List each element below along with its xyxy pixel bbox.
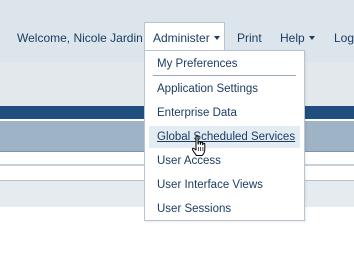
menu-item-user-sessions[interactable]: User Sessions — [149, 198, 300, 220]
print-link[interactable]: Print — [237, 31, 262, 45]
help-menu-button[interactable]: Help — [280, 31, 315, 45]
menu-item-user-interface-views[interactable]: User Interface Views — [149, 174, 300, 196]
administer-label: Administer — [153, 31, 210, 45]
chevron-down-icon — [308, 35, 315, 40]
administer-menu-button[interactable]: Administer — [153, 31, 220, 45]
menu-item-enterprise-data[interactable]: Enterprise Data — [149, 102, 300, 124]
logout-link[interactable]: Logo — [334, 31, 354, 45]
welcome-text: Welcome, Nicole Jardin — [17, 31, 143, 45]
menu-item-global-scheduled-services[interactable]: Global Scheduled Services — [149, 126, 300, 148]
menu-item-user-access[interactable]: User Access — [149, 150, 300, 172]
help-label: Help — [280, 31, 305, 45]
hand-pointer-icon — [191, 135, 206, 156]
menu-separator — [153, 75, 296, 76]
administer-dropdown-menu: My Preferences Application Settings Ente… — [144, 50, 305, 221]
menu-item-my-preferences[interactable]: My Preferences — [149, 53, 300, 75]
chevron-down-icon — [213, 35, 220, 40]
menu-item-application-settings[interactable]: Application Settings — [149, 78, 300, 100]
